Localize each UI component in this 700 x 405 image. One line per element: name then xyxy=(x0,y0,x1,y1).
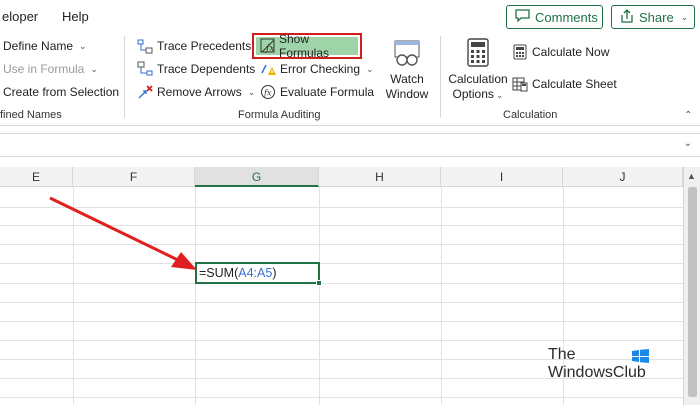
grid-line xyxy=(0,302,683,303)
calculate-now-icon xyxy=(512,44,528,60)
trace-precedents-label: Trace Precedents xyxy=(157,39,252,53)
create-from-selection-label: Create from Selection xyxy=(3,85,120,99)
error-checking-label: Error Checking xyxy=(280,62,361,76)
tab-developer[interactable]: eloper xyxy=(2,9,38,24)
chevron-down-icon: ⌄ xyxy=(366,63,374,74)
formula-suffix: ) xyxy=(272,266,277,280)
formula-bar[interactable]: ⌄ xyxy=(0,133,700,157)
grid-line xyxy=(0,263,683,264)
trace-precedents-button[interactable]: Trace Precedents xyxy=(137,36,251,56)
create-from-selection-button[interactable]: Create from Selection xyxy=(3,82,119,102)
formula-reference: A4:A5 xyxy=(238,266,273,280)
error-checking-icon xyxy=(260,61,276,77)
show-formulas-highlight: fx Show Formulas xyxy=(256,32,358,60)
evaluate-formula-icon: fx xyxy=(260,84,276,100)
column-header-i[interactable]: I xyxy=(441,167,563,187)
tab-help[interactable]: Help xyxy=(62,9,89,24)
grid-line xyxy=(73,187,74,405)
collapse-ribbon-icon[interactable]: ⌃ xyxy=(684,110,692,121)
scroll-thumb[interactable] xyxy=(688,187,697,397)
trace-dependents-button[interactable]: Trace Dependents xyxy=(137,59,255,79)
group-label-calculation: Calculation xyxy=(503,109,558,121)
show-formulas-label: Show Formulas xyxy=(279,32,330,60)
group-label-defined-names: fined Names xyxy=(0,109,62,121)
watermark-line-2: WindowsClub xyxy=(548,364,646,381)
trace-precedents-icon xyxy=(137,38,153,54)
error-checking-button[interactable]: Error Checking ⌄ xyxy=(260,59,374,79)
remove-arrows-button[interactable]: Remove Arrows ⌄ xyxy=(137,82,255,102)
expand-formula-bar-icon[interactable]: ⌄ xyxy=(684,138,692,149)
ribbon-formulas: Define Name ⌄ Use in Formula ⌄ Create fr… xyxy=(0,32,700,126)
remove-arrows-label: Remove Arrows xyxy=(157,85,242,99)
chevron-down-icon: ⌄ xyxy=(79,40,87,51)
grid-line xyxy=(0,340,683,341)
evaluate-formula-label: Evaluate Formula xyxy=(280,85,375,99)
show-formulas-icon: fx xyxy=(260,38,276,54)
column-header-f[interactable]: F xyxy=(73,167,195,187)
column-header-g[interactable]: G xyxy=(195,167,319,187)
scroll-up-icon[interactable]: ▲ xyxy=(687,171,696,181)
watermark: The WindowsClub xyxy=(548,346,649,382)
ribbon-tabs: eloper Help Comments Share ⌄ xyxy=(0,0,700,32)
calculate-sheet-button[interactable]: Calculate Sheet xyxy=(512,74,617,94)
evaluate-formula-button[interactable]: fx Evaluate Formula xyxy=(260,82,374,102)
column-header-e[interactable]: E xyxy=(0,167,73,187)
svg-text:fx: fx xyxy=(265,44,274,54)
grid-line xyxy=(0,397,683,398)
chevron-down-icon: ⌄ xyxy=(247,86,256,97)
grid-line xyxy=(441,187,442,405)
calculate-now-label: Calculate Now xyxy=(532,45,610,59)
watch-window-label-1: Watch xyxy=(390,72,424,86)
share-icon xyxy=(620,8,634,26)
share-label: Share xyxy=(639,9,674,25)
grid-line xyxy=(0,225,683,226)
share-button[interactable]: Share ⌄ xyxy=(611,5,695,29)
active-cell-g[interactable]: =SUM(A4:A5) xyxy=(195,262,320,284)
trace-dependents-icon xyxy=(137,61,153,77)
remove-arrows-icon xyxy=(137,84,153,100)
vertical-scrollbar[interactable]: ▲ xyxy=(683,167,700,405)
watch-window-button[interactable]: Watch Window xyxy=(383,38,431,102)
windows-logo-icon xyxy=(632,349,649,363)
group-label-formula-auditing: Formula Auditing xyxy=(238,109,321,121)
column-header-h[interactable]: H xyxy=(319,167,441,187)
chevron-down-icon: ⌄ xyxy=(90,63,98,74)
column-header-j[interactable]: J xyxy=(563,167,683,187)
calculator-icon xyxy=(466,38,490,72)
calculate-sheet-label: Calculate Sheet xyxy=(532,77,617,91)
grid-line xyxy=(195,187,196,405)
chevron-down-icon: ⌄ xyxy=(495,90,504,100)
group-separator xyxy=(124,36,125,118)
watch-window-label-2: Window xyxy=(385,87,429,101)
calculation-options-label-2: Options xyxy=(452,87,494,101)
calculate-now-button[interactable]: Calculate Now xyxy=(512,42,609,62)
use-in-formula-button[interactable]: Use in Formula ⌄ xyxy=(3,59,98,79)
comment-icon xyxy=(515,9,530,25)
define-name-label: Define Name xyxy=(3,39,74,53)
calculation-options-label-1: Calculation xyxy=(448,72,508,86)
show-formulas-button[interactable]: fx Show Formulas xyxy=(252,32,362,60)
watch-window-icon xyxy=(392,38,422,72)
svg-text:fx: fx xyxy=(263,89,272,98)
grid-line xyxy=(0,207,683,208)
calculate-sheet-icon xyxy=(512,76,528,92)
fill-handle[interactable] xyxy=(316,280,322,286)
comments-label: Comments xyxy=(535,9,598,25)
formula-prefix: =SUM( xyxy=(199,266,239,280)
grid-line xyxy=(0,321,683,322)
grid-line xyxy=(319,187,320,405)
use-in-formula-label: Use in Formula xyxy=(3,62,85,76)
grid-line xyxy=(0,283,683,284)
chevron-down-icon: ⌄ xyxy=(680,11,689,22)
trace-dependents-label: Trace Dependents xyxy=(157,62,256,76)
comments-button[interactable]: Comments xyxy=(506,5,603,29)
group-separator xyxy=(440,36,441,118)
calculation-options-button[interactable]: Calculation Options ⌄ xyxy=(448,38,508,103)
define-name-button[interactable]: Define Name ⌄ xyxy=(3,36,87,56)
grid-line xyxy=(0,244,683,245)
